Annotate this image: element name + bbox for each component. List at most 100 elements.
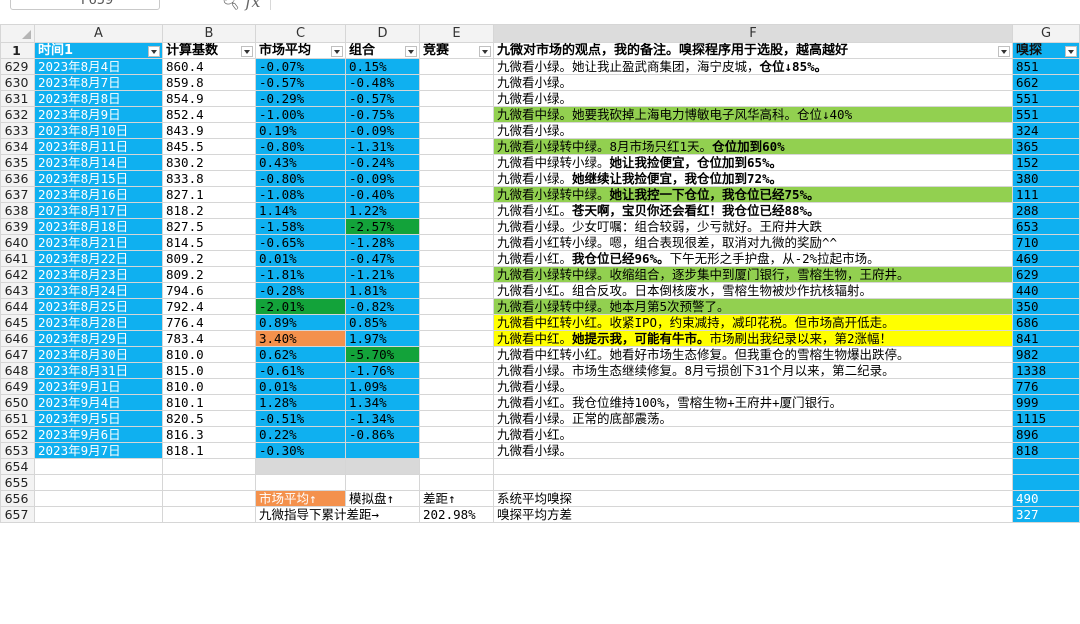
cell-market-avg[interactable]: -0.61% (255, 362, 346, 379)
summary-variance-value[interactable]: 327 (1012, 506, 1080, 523)
cell-market-avg[interactable]: 1.28% (255, 394, 346, 411)
cell-contest[interactable] (419, 426, 494, 443)
row-number[interactable]: 629 (0, 58, 35, 75)
cell-base[interactable]: 854.9 (162, 90, 256, 107)
cell-market-avg[interactable]: -1.08% (255, 186, 346, 203)
cell-portfolio[interactable]: -0.48% (345, 74, 420, 91)
cell-note[interactable]: 九微看小绿。正常的底部震荡。 (493, 410, 1013, 427)
row-number[interactable]: 656 (0, 490, 35, 507)
cell-base[interactable]: 792.4 (162, 298, 256, 315)
cell-sniff[interactable]: 710 (1012, 234, 1080, 251)
cell-note[interactable]: 九微看小绿。她继续让我捡便宜，我仓位加到72%。 (493, 170, 1013, 187)
cell-sniff[interactable]: 999 (1012, 394, 1080, 411)
cell-sniff[interactable]: 440 (1012, 282, 1080, 299)
cell-note[interactable]: 九微看小绿。市场生态继续修复。8月亏损创下31个月以来，第二纪录。 (493, 362, 1013, 379)
row-number[interactable]: 630 (0, 74, 35, 91)
row-number[interactable]: 640 (0, 234, 35, 251)
cell-market-avg[interactable]: -0.07% (255, 58, 346, 75)
cell-date[interactable]: 2023年9月4日 (34, 394, 163, 411)
cell-note[interactable]: 九微看小绿转中绿。她让我控一下仓位，我仓位已经75%。 (493, 186, 1013, 203)
cell-sniff[interactable]: 1338 (1012, 362, 1080, 379)
row-number[interactable]: 645 (0, 314, 35, 331)
column-header-b[interactable]: B (162, 24, 256, 43)
cell-note[interactable]: 九微看中绿转小绿。她让我捡便宜，仓位加到65%。 (493, 154, 1013, 171)
row-number[interactable]: 643 (0, 282, 35, 299)
cell-contest[interactable] (419, 106, 494, 123)
cell-market-avg[interactable]: 3.40% (255, 330, 346, 347)
row-number[interactable]: 653 (0, 442, 35, 459)
row-number[interactable]: 655 (0, 474, 35, 491)
cell-note[interactable]: 九微看小绿。少女叮嘱：组合较弱，少亏就好。王府井大跌 (493, 218, 1013, 235)
cell-portfolio[interactable]: -0.09% (345, 122, 420, 139)
cell-empty[interactable] (1012, 474, 1080, 491)
cell-note[interactable]: 九微看中红转小红。她看好市场生态修复。但我重仓的雪榕生物爆出跌停。 (493, 346, 1013, 363)
cell-contest[interactable] (419, 314, 494, 331)
cell-empty[interactable] (255, 458, 346, 475)
cell-empty[interactable] (162, 474, 256, 491)
cell-base[interactable]: 818.1 (162, 442, 256, 459)
cell-market-avg[interactable]: -0.28% (255, 282, 346, 299)
summary-avg-sniff-label[interactable]: 系统平均嗅探 (493, 490, 1013, 507)
cell-market-avg[interactable]: -0.57% (255, 74, 346, 91)
summary-variance-label[interactable]: 嗅探平均方差 (493, 506, 1013, 523)
cell-sniff[interactable]: 818 (1012, 442, 1080, 459)
cell-date[interactable]: 2023年8月4日 (34, 58, 163, 75)
cell-date[interactable]: 2023年9月5日 (34, 410, 163, 427)
row-number[interactable]: 650 (0, 394, 35, 411)
cell-portfolio[interactable]: 1.22% (345, 202, 420, 219)
cell-note[interactable]: 九微看小绿转中绿。8月市场只红1天。仓位加到60% (493, 138, 1013, 155)
cell-empty[interactable] (419, 474, 494, 491)
cell-sniff[interactable]: 841 (1012, 330, 1080, 347)
row-number[interactable]: 633 (0, 122, 35, 139)
cell-portfolio[interactable]: -0.24% (345, 154, 420, 171)
row-number[interactable]: 639 (0, 218, 35, 235)
cell-market-avg[interactable]: 0.62% (255, 346, 346, 363)
cell-note[interactable]: 九微看小绿。 (493, 122, 1013, 139)
cell-base[interactable]: 860.4 (162, 58, 256, 75)
cell-market-avg[interactable]: 0.01% (255, 378, 346, 395)
cell-base[interactable]: 830.2 (162, 154, 256, 171)
cell-sniff[interactable]: 1115 (1012, 410, 1080, 427)
cell-date[interactable]: 2023年8月23日 (34, 266, 163, 283)
cell-base[interactable]: 827.5 (162, 218, 256, 235)
cell-portfolio[interactable]: -1.76% (345, 362, 420, 379)
summary-gap-label[interactable]: 差距↑ (419, 490, 494, 507)
cell-empty[interactable] (162, 458, 256, 475)
select-all-corner[interactable] (0, 24, 35, 43)
cell-sniff[interactable]: 551 (1012, 106, 1080, 123)
cell-market-avg[interactable]: -2.01% (255, 298, 346, 315)
cell-empty[interactable] (255, 474, 346, 491)
cell-empty[interactable] (162, 490, 256, 507)
cell-note[interactable]: 九微看中红。她提示我，可能有牛市。市场刷出我纪录以来，第2涨幅！ (493, 330, 1013, 347)
cell-contest[interactable] (419, 362, 494, 379)
cell-date[interactable]: 2023年8月17日 (34, 202, 163, 219)
cell-market-avg[interactable]: -1.00% (255, 106, 346, 123)
name-box[interactable]: F659 (10, 0, 160, 10)
column-header-d[interactable]: D (345, 24, 420, 43)
summary-cumulative-gap-label[interactable]: 九微指导下累计差距→ (255, 506, 420, 523)
cell-portfolio[interactable]: 1.81% (345, 282, 420, 299)
cell-contest[interactable] (419, 266, 494, 283)
cell-note[interactable]: 九微看小绿。 (493, 90, 1013, 107)
cell-date[interactable]: 2023年8月31日 (34, 362, 163, 379)
filter-dropdown-icon[interactable] (405, 46, 417, 57)
row-number[interactable]: 635 (0, 154, 35, 171)
header-portfolio[interactable]: 组合 (345, 42, 420, 59)
cell-contest[interactable] (419, 298, 494, 315)
cell-sniff[interactable]: 982 (1012, 346, 1080, 363)
cell-base[interactable]: 816.3 (162, 426, 256, 443)
cell-contest[interactable] (419, 138, 494, 155)
cell-sniff[interactable]: 350 (1012, 298, 1080, 315)
header-sniff[interactable]: 嗅探 (1012, 42, 1080, 59)
cell-base[interactable]: 810.0 (162, 346, 256, 363)
row-number[interactable]: 651 (0, 410, 35, 427)
cell-portfolio[interactable]: 1.97% (345, 330, 420, 347)
cell-base[interactable]: 843.9 (162, 122, 256, 139)
header-market[interactable]: 市场平均 (255, 42, 346, 59)
cell-portfolio[interactable]: -1.21% (345, 266, 420, 283)
row-number[interactable]: 642 (0, 266, 35, 283)
cell-market-avg[interactable]: 0.19% (255, 122, 346, 139)
cell-sniff[interactable]: 152 (1012, 154, 1080, 171)
cell-contest[interactable] (419, 378, 494, 395)
cell-sniff[interactable]: 324 (1012, 122, 1080, 139)
